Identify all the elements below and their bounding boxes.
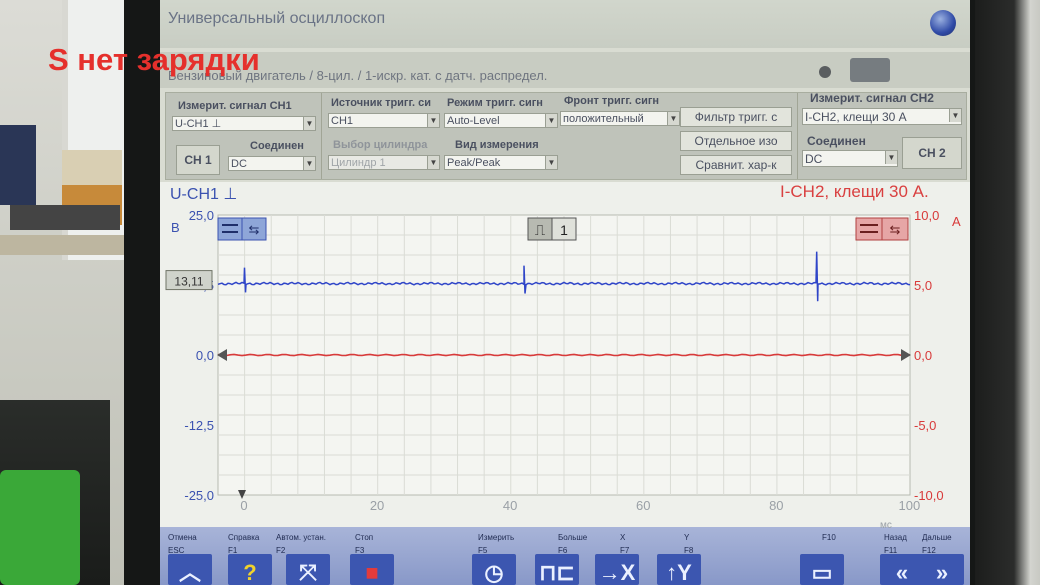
ch1-level-readout: 13,11 — [174, 275, 203, 289]
x-tick-label: 40 — [503, 498, 517, 513]
y-tick-label-left: -25,0 — [184, 488, 214, 503]
ch1-scale-icon — [217, 217, 243, 241]
trigger-channel-value: 1 — [560, 222, 568, 238]
function-key-label: Стоп — [355, 533, 373, 542]
y-unit-left: В — [171, 220, 180, 235]
function-key-code: F12 — [922, 546, 936, 555]
y-tick-label-right: 0,0 — [914, 348, 932, 363]
x-tick-label: 0 — [240, 498, 247, 513]
function-key-label: Отмена — [168, 533, 197, 542]
y-unit-right: A — [952, 214, 961, 229]
help-icon: ? — [243, 560, 256, 585]
function-key-label: Больше — [558, 533, 588, 542]
y-axis-icon: ↑Y — [666, 560, 692, 585]
function-key-code: F8 — [684, 546, 694, 555]
function-key-code: F2 — [276, 546, 286, 555]
function-key-code: F6 — [558, 546, 568, 555]
x-tick-label: 80 — [769, 498, 783, 513]
chevron-up-icon: ︿ — [179, 560, 201, 585]
function-key-label: Y — [684, 533, 690, 542]
x-tick-label: 60 — [636, 498, 650, 513]
autoset-icon: ⤧ — [299, 560, 317, 585]
more-icon: ⊓⊏ — [539, 560, 575, 585]
photo-caption: S нет зарядки — [48, 42, 260, 77]
y-tick-label-right: 10,0 — [914, 208, 939, 223]
ch2-offset-icon-glyph: ⇆ — [890, 222, 901, 237]
oscilloscope-plot: 25,012,50,0-12,5-25,0В10,05,00,0-5,0-10,… — [165, 208, 964, 585]
function-key-code: F3 — [355, 546, 365, 555]
function-key-label: Справка — [228, 533, 260, 542]
function-key-code: ESC — [168, 546, 185, 555]
x-unit: мс — [880, 520, 892, 531]
function-key-label: Дальше — [922, 533, 952, 542]
function-key-code: F11 — [884, 546, 898, 555]
function-key-code: F5 — [478, 546, 488, 555]
y-tick-label-left: -12,5 — [184, 418, 214, 433]
function-key-code: F7 — [620, 546, 630, 555]
ch1-offset-icon-glyph: ⇆ — [249, 222, 260, 237]
x-tick-label: 20 — [370, 498, 384, 513]
y-tick-label-right: -5,0 — [914, 418, 936, 433]
forward-icon: » — [936, 560, 948, 585]
x-axis-icon: →X — [599, 560, 636, 585]
y-tick-label-left: 0,0 — [196, 348, 214, 363]
x-tick-label: 100 — [899, 498, 921, 513]
screen-icon: ▭ — [812, 560, 833, 585]
function-key-label: X — [620, 533, 626, 542]
ch2-scale-icon — [855, 217, 883, 241]
function-key-label: Автом. устан. — [276, 533, 326, 542]
y-tick-label-left: 25,0 — [189, 208, 214, 223]
measure-icon: ◷ — [484, 560, 503, 585]
stop-icon: ■ — [365, 560, 378, 585]
function-key-label: Измерить — [478, 533, 514, 542]
back-icon: « — [896, 560, 908, 585]
function-key-code: F1 — [228, 546, 238, 555]
trigger-edge-icon-glyph: ⎍ — [535, 222, 546, 239]
y-tick-label-right: 5,0 — [914, 278, 932, 293]
function-key-label: Назад — [884, 533, 907, 542]
function-key-label: F10 — [822, 533, 836, 542]
